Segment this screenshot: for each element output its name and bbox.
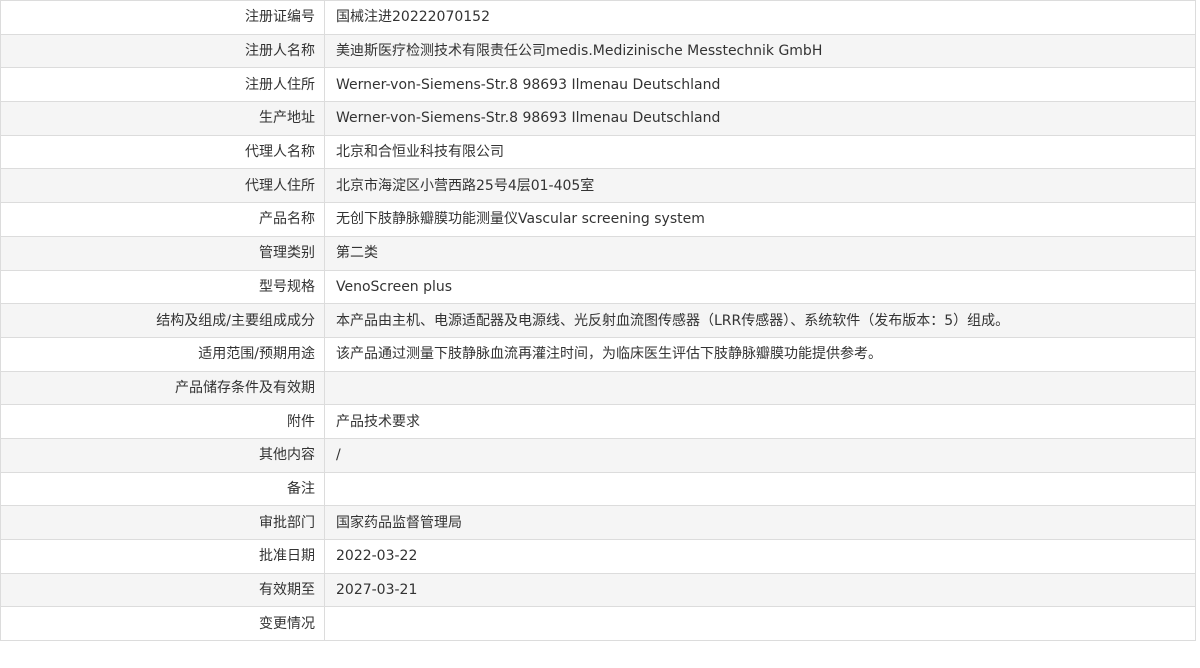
table-row: 代理人住所 北京市海淀区小营西路25号4层01-405室 bbox=[0, 168, 1196, 204]
field-value bbox=[324, 370, 1196, 406]
table-row: 批准日期 2022-03-22 bbox=[0, 539, 1196, 574]
table-row: 注册证编号 国械注进20222070152 bbox=[0, 0, 1196, 35]
field-value: Werner-von-Siemens-Str.8 98693 Ilmenau D… bbox=[324, 101, 1196, 136]
field-value: 国械注进20222070152 bbox=[324, 0, 1196, 35]
table-row: 审批部门 国家药品监督管理局 bbox=[0, 505, 1196, 540]
table-row: 附件 产品技术要求 bbox=[0, 404, 1196, 439]
table-row: 产品名称 无创下肢静脉瓣膜功能测量仪Vascular screening sys… bbox=[0, 202, 1196, 237]
table-row: 备注 bbox=[0, 471, 1196, 507]
table-row: 型号规格 VenoScreen plus bbox=[0, 269, 1196, 305]
field-label: 产品储存条件及有效期 bbox=[0, 370, 325, 406]
table-row: 结构及组成/主要组成成分 本产品由主机、电源适配器及电源线、光反射血流图传感器（… bbox=[0, 303, 1196, 338]
field-value: 美迪斯医疗检测技术有限责任公司medis.Medizinische Messte… bbox=[324, 33, 1196, 69]
field-label: 注册人名称 bbox=[0, 33, 325, 69]
table-row: 产品储存条件及有效期 bbox=[0, 370, 1196, 406]
field-label: 生产地址 bbox=[0, 101, 325, 136]
registration-detail-table: 注册证编号 国械注进20222070152 注册人名称 美迪斯医疗检测技术有限责… bbox=[0, 0, 1196, 642]
field-label: 结构及组成/主要组成成分 bbox=[0, 303, 325, 338]
table-row: 适用范围/预期用途 该产品通过测量下肢静脉血流再灌注时间，为临床医生评估下肢静脉… bbox=[0, 336, 1196, 372]
field-label: 管理类别 bbox=[0, 235, 325, 271]
field-label: 附件 bbox=[0, 404, 325, 439]
field-value: 北京和合恒业科技有限公司 bbox=[324, 134, 1196, 170]
field-value: 国家药品监督管理局 bbox=[324, 505, 1196, 540]
field-label: 有效期至 bbox=[0, 572, 325, 608]
field-value: 2027-03-21 bbox=[324, 572, 1196, 608]
field-label: 型号规格 bbox=[0, 269, 325, 305]
field-label: 批准日期 bbox=[0, 539, 325, 574]
field-label: 审批部门 bbox=[0, 505, 325, 540]
field-label: 变更情况 bbox=[0, 606, 325, 642]
field-value bbox=[324, 606, 1196, 642]
field-value: / bbox=[324, 437, 1196, 473]
field-value: 2022-03-22 bbox=[324, 539, 1196, 574]
table-row: 管理类别 第二类 bbox=[0, 235, 1196, 271]
table-row: 代理人名称 北京和合恒业科技有限公司 bbox=[0, 134, 1196, 170]
field-value: VenoScreen plus bbox=[324, 269, 1196, 305]
field-label: 代理人名称 bbox=[0, 134, 325, 170]
field-value: 该产品通过测量下肢静脉血流再灌注时间，为临床医生评估下肢静脉瓣膜功能提供参考。 bbox=[324, 336, 1196, 372]
field-label: 产品名称 bbox=[0, 202, 325, 237]
field-label: 注册证编号 bbox=[0, 0, 325, 35]
field-label: 适用范围/预期用途 bbox=[0, 336, 325, 372]
table-row: 生产地址 Werner-von-Siemens-Str.8 98693 Ilme… bbox=[0, 101, 1196, 136]
field-value: Werner-von-Siemens-Str.8 98693 Ilmenau D… bbox=[324, 67, 1196, 103]
table-row: 变更情况 bbox=[0, 606, 1196, 642]
field-label: 其他内容 bbox=[0, 437, 325, 473]
field-label: 备注 bbox=[0, 471, 325, 507]
table-row: 注册人住所 Werner-von-Siemens-Str.8 98693 Ilm… bbox=[0, 67, 1196, 103]
table-row: 有效期至 2027-03-21 bbox=[0, 572, 1196, 608]
field-value: 北京市海淀区小营西路25号4层01-405室 bbox=[324, 168, 1196, 204]
field-value: 本产品由主机、电源适配器及电源线、光反射血流图传感器（LRR传感器）、系统软件（… bbox=[324, 303, 1196, 338]
field-value bbox=[324, 471, 1196, 507]
table-row: 注册人名称 美迪斯医疗检测技术有限责任公司medis.Medizinische … bbox=[0, 33, 1196, 69]
field-value: 第二类 bbox=[324, 235, 1196, 271]
field-value: 无创下肢静脉瓣膜功能测量仪Vascular screening system bbox=[324, 202, 1196, 237]
field-value: 产品技术要求 bbox=[324, 404, 1196, 439]
field-label: 注册人住所 bbox=[0, 67, 325, 103]
field-label: 代理人住所 bbox=[0, 168, 325, 204]
table-row: 其他内容 / bbox=[0, 437, 1196, 473]
